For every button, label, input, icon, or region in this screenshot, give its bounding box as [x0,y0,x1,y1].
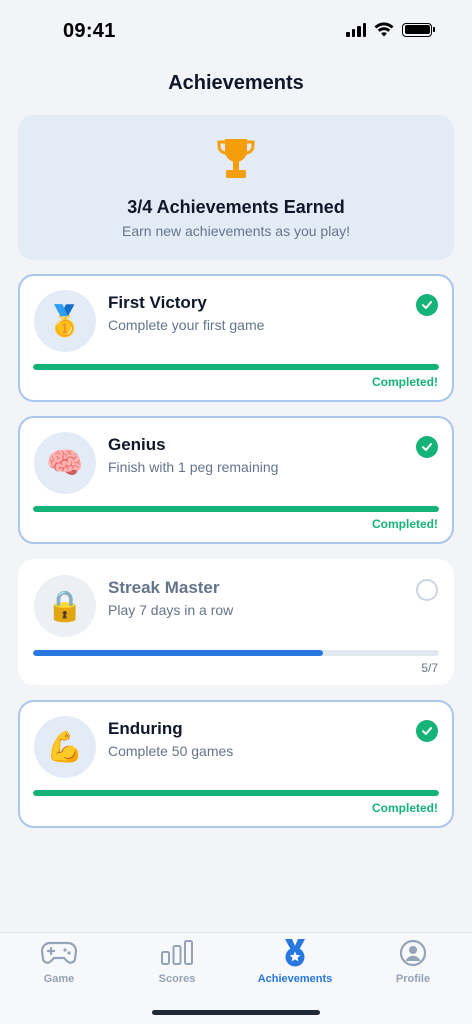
tab-label: Scores [158,973,196,985]
achievement-description: Play 7 days in a row [108,602,234,618]
checkmark-icon [416,436,438,458]
incomplete-circle-icon [416,579,438,601]
tab-achievements[interactable]: Achievements [236,939,354,985]
achievement-title: Genius [108,435,166,454]
achievement-title: Enduring [108,719,183,738]
summary-title: 3/4 Achievements Earned [127,197,345,217]
tab-label: Game [43,973,75,985]
tab-game[interactable]: Game [0,939,118,985]
achievement-card-streak-master[interactable]: 🔒 Streak Master Play 7 days in a row 5/7 [18,559,454,685]
achievement-title: First Victory [108,293,207,312]
progress-count: 5/7 [421,661,438,675]
achievement-description: Complete 50 games [108,743,234,759]
trophy-icon [217,139,255,178]
status-bar: 09:41 [0,0,472,60]
summary-subtitle: Earn new achievements as you play! [121,223,350,239]
progress-bar [33,506,439,512]
tab-scores[interactable]: Scores [118,939,236,985]
checkmark-icon [416,294,438,316]
status-icons [346,22,435,37]
status-time: 09:41 [63,20,116,42]
wifi-icon [374,22,394,37]
achievements-summary: 3/4 Achievements Earned Earn new achieve… [18,115,454,260]
achievement-description: Complete your first game [108,317,265,333]
achievement-title: Streak Master [108,578,220,597]
progress-bar [33,650,439,656]
progress-bar [33,364,439,370]
gold-medal-icon: 🥇 [34,290,96,352]
battery-icon [402,22,435,37]
profile-icon [399,939,427,967]
checkmark-icon [416,720,438,742]
achievement-card-first-victory[interactable]: 🥇 First Victory Complete your first game… [18,274,454,402]
achievement-card-genius[interactable]: 🧠 Genius Finish with 1 peg remaining Com… [18,416,454,544]
flexed-biceps-icon: 💪 [34,716,96,778]
tab-label: Achievements [257,973,333,985]
gamepad-icon [40,941,78,964]
page-title: Achievements [168,72,304,94]
home-indicator [152,1010,320,1015]
progress-label: Completed! [372,375,438,389]
progress-bar [33,790,439,796]
cellular-signal-icon [346,22,366,37]
progress-label: Completed! [372,801,438,815]
brain-icon: 🧠 [34,432,96,494]
progress-label: Completed! [372,517,438,531]
medal-icon [285,939,305,967]
achievement-description: Finish with 1 peg remaining [108,459,279,475]
tab-profile[interactable]: Profile [354,939,472,985]
achievement-card-enduring[interactable]: 💪 Enduring Complete 50 games Completed! [18,700,454,828]
bar-chart-icon [161,940,193,965]
tab-label: Profile [395,973,431,985]
lock-icon: 🔒 [34,575,96,637]
